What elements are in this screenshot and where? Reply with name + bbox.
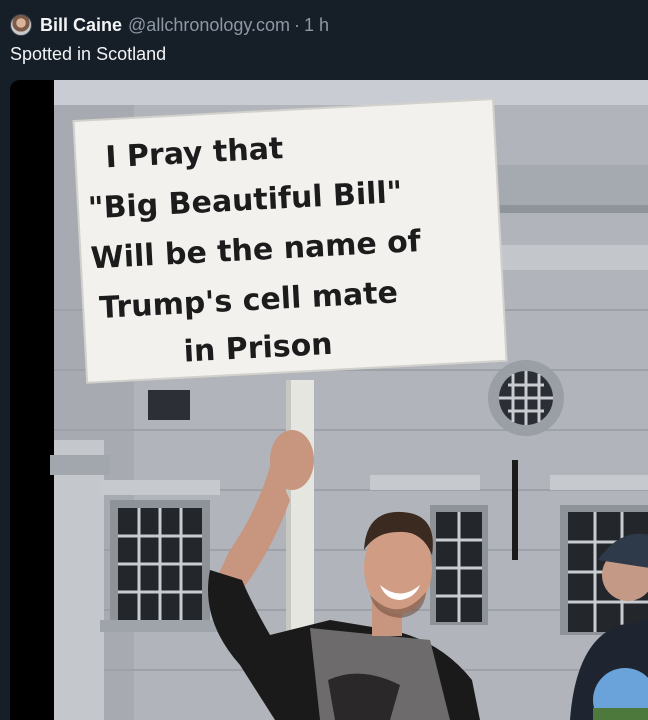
author-name[interactable]: Bill Caine — [40, 15, 122, 36]
avatar[interactable] — [10, 14, 32, 36]
separator: · — [294, 14, 301, 35]
author-handle[interactable]: @allchronology.com — [128, 15, 290, 36]
post-image[interactable]: I Pray that "Big Beautiful Bill" Will be… — [10, 80, 648, 720]
post-header: Bill Caine @allchronology.com · 1 h — [10, 12, 329, 38]
post-time[interactable]: 1 h — [304, 15, 329, 36]
photo: I Pray that "Big Beautiful Bill" Will be… — [10, 80, 648, 720]
post-text: Spotted in Scotland — [10, 44, 167, 64]
